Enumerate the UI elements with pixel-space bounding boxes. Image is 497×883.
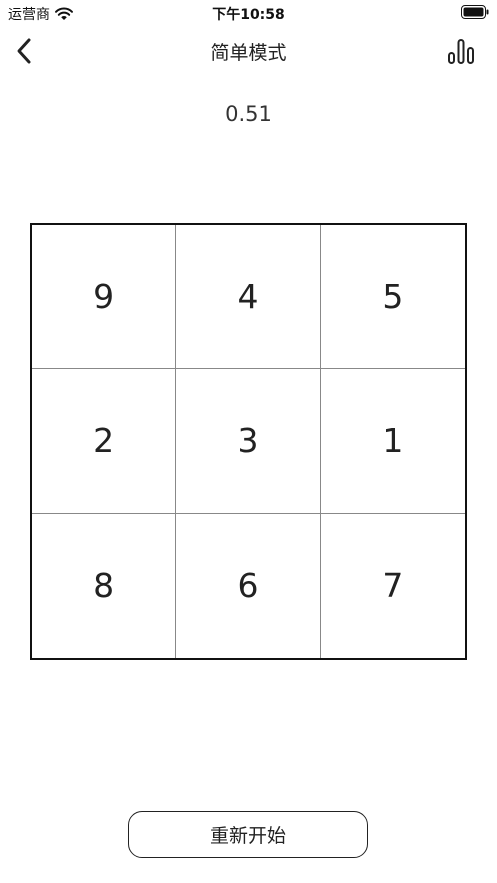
- elapsed-time: 0.51: [225, 102, 272, 126]
- grid-cell[interactable]: 4: [176, 225, 321, 370]
- number-grid: 9 4 5 2 3 1 8 6 7: [30, 223, 467, 660]
- page-title: 简单模式: [210, 42, 287, 64]
- grid-cell[interactable]: 8: [32, 513, 177, 658]
- navigation-bar: 简单模式: [0, 26, 497, 76]
- status-bar: 运营商 下午10:58: [0, 0, 497, 26]
- grid-cell[interactable]: 2: [32, 369, 177, 514]
- status-time: 下午10:58: [212, 7, 285, 23]
- grid-cell[interactable]: 7: [321, 514, 465, 658]
- restart-button[interactable]: 重新开始: [128, 811, 368, 858]
- stats-button[interactable]: [445, 34, 477, 68]
- grid-cell[interactable]: 9: [32, 225, 177, 370]
- grid-cell[interactable]: 3: [176, 369, 321, 514]
- battery-icon: [461, 5, 489, 19]
- grid-cell[interactable]: 5: [320, 225, 465, 370]
- grid-cell[interactable]: 1: [320, 369, 465, 514]
- bar-chart-icon: [448, 39, 474, 64]
- grid-cell[interactable]: 6: [176, 513, 321, 658]
